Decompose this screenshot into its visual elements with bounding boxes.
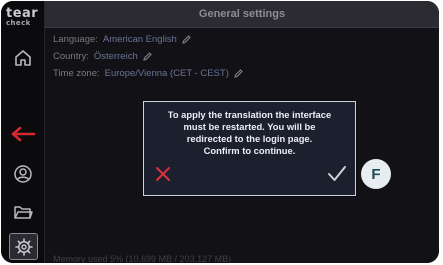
back-button[interactable] <box>10 121 36 147</box>
device-bezel: tear check General settings Language: Am… <box>1 1 439 263</box>
app-logo: tear check <box>6 7 40 31</box>
sidebar: tear check <box>1 1 45 263</box>
logo-text-sub: check <box>6 19 31 27</box>
dialog-message: To apply the translation the interface m… <box>167 109 332 156</box>
folder-icon <box>14 206 33 219</box>
page-title: General settings <box>198 8 286 20</box>
cancel-button[interactable] <box>152 163 174 185</box>
confirm-dialog: To apply the translation the interface m… <box>143 101 356 196</box>
settings-button[interactable] <box>9 233 38 260</box>
user-button[interactable] <box>10 161 36 187</box>
check-icon <box>328 166 346 181</box>
callout-badge: F <box>361 159 391 189</box>
user-icon <box>14 165 32 183</box>
confirm-button[interactable] <box>326 163 348 185</box>
page-header: General settings <box>45 1 439 28</box>
arrow-left-icon <box>11 126 36 142</box>
memory-status: Memory used 5% (10,699 MB / 203,127 MB) <box>53 254 232 263</box>
folder-button[interactable] <box>10 199 36 225</box>
close-icon <box>156 167 170 181</box>
screenshot-frame: tear check General settings Language: Am… <box>0 0 443 265</box>
gear-icon <box>14 237 33 256</box>
app-screen: tear check General settings Language: Am… <box>1 1 439 263</box>
home-icon <box>15 50 31 66</box>
home-button[interactable] <box>10 45 36 71</box>
